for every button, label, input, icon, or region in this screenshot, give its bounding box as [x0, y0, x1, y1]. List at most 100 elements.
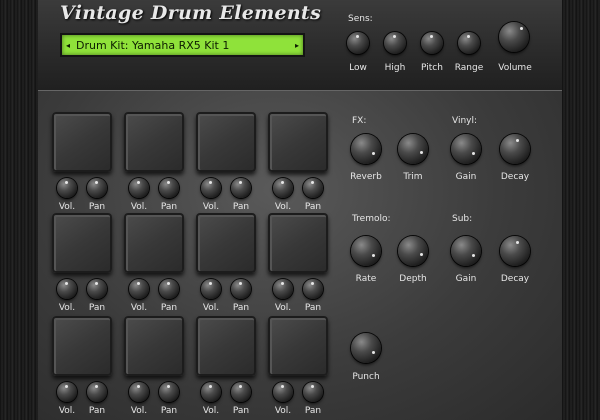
- pad-5-pan-knob[interactable]: [87, 279, 107, 299]
- pad-6-pan-knob[interactable]: [159, 279, 179, 299]
- sens-range-knob[interactable]: [458, 32, 480, 54]
- drum-pad-1[interactable]: [52, 112, 112, 172]
- pad-5-vol-label: Vol.: [58, 303, 76, 313]
- vinyl-gain-knob[interactable]: [451, 134, 481, 164]
- tremolo-label: Tremolo:: [352, 214, 391, 224]
- pad-9-pan-label: Pan: [88, 406, 106, 416]
- tremolo-rate-knob[interactable]: [351, 236, 381, 266]
- plugin-title: Vintage Drum Elements: [60, 2, 322, 24]
- wood-side-panel-left: [0, 0, 38, 420]
- drum-pad-7[interactable]: [196, 213, 256, 273]
- punch-knob[interactable]: [351, 333, 381, 363]
- pad-2-vol-knob[interactable]: [129, 178, 149, 198]
- pad-9-pan-knob[interactable]: [87, 382, 107, 402]
- sens-low-knob[interactable]: [347, 32, 369, 54]
- pad-8-pan-knob[interactable]: [303, 279, 323, 299]
- pad-6-pan-label: Pan: [160, 303, 178, 313]
- drum-pad-6[interactable]: [124, 213, 184, 273]
- pad-3-pan-label: Pan: [232, 202, 250, 212]
- pad-5-vol-knob[interactable]: [57, 279, 77, 299]
- pad-9-vol-knob[interactable]: [57, 382, 77, 402]
- pad-4-vol-label: Vol.: [274, 202, 292, 212]
- drum-pad-11[interactable]: [196, 316, 256, 376]
- sub-label: Sub:: [452, 214, 473, 224]
- pad-4-pan-knob[interactable]: [303, 178, 323, 198]
- sub-gain-label: Gain: [455, 274, 477, 284]
- pad-6-vol-label: Vol.: [130, 303, 148, 313]
- sens-pitch-knob[interactable]: [421, 32, 443, 54]
- pad-3-vol-knob[interactable]: [201, 178, 221, 198]
- pad-2-pan-knob[interactable]: [159, 178, 179, 198]
- pad-8-vol-label: Vol.: [274, 303, 292, 313]
- volume-knob[interactable]: [499, 22, 529, 52]
- pad-2-vol-label: Vol.: [130, 202, 148, 212]
- pad-7-pan-knob[interactable]: [231, 279, 251, 299]
- drum-pad-3[interactable]: [196, 112, 256, 172]
- pad-12-pan-label: Pan: [304, 406, 322, 416]
- sens-high-knob[interactable]: [384, 32, 406, 54]
- trim-knob[interactable]: [398, 134, 428, 164]
- pad-1-vol-knob[interactable]: [57, 178, 77, 198]
- tremolo-depth-label: Depth: [399, 274, 427, 284]
- pad-10-vol-knob[interactable]: [129, 382, 149, 402]
- drum-pad-2[interactable]: [124, 112, 184, 172]
- pad-5-pan-label: Pan: [88, 303, 106, 313]
- pad-3-vol-label: Vol.: [202, 202, 220, 212]
- pad-11-pan-label: Pan: [232, 406, 250, 416]
- reverb-label: Reverb: [350, 172, 382, 182]
- pad-4-pan-label: Pan: [304, 202, 322, 212]
- tremolo-rate-label: Rate: [355, 274, 377, 284]
- plugin-window: Vintage Drum Elements ◂ Drum Kit: Yamaha…: [0, 0, 600, 420]
- pad-1-vol-label: Vol.: [58, 202, 76, 212]
- drum-pad-10[interactable]: [124, 316, 184, 376]
- vinyl-decay-label: Decay: [500, 172, 530, 182]
- sens-high-label: High: [384, 63, 406, 73]
- pad-10-pan-label: Pan: [160, 406, 178, 416]
- pad-4-vol-knob[interactable]: [273, 178, 293, 198]
- pad-3-pan-knob[interactable]: [231, 178, 251, 198]
- prev-kit-arrow-icon[interactable]: ◂: [62, 41, 74, 50]
- pad-7-vol-label: Vol.: [202, 303, 220, 313]
- vinyl-decay-knob[interactable]: [500, 134, 530, 164]
- sens-label: Sens:: [348, 14, 373, 24]
- kit-selector-display[interactable]: ◂ Drum Kit: Yamaha RX5 Kit 1 ▸: [60, 33, 305, 57]
- wood-side-panel-right: [562, 0, 600, 420]
- pad-10-vol-label: Vol.: [130, 406, 148, 416]
- pad-11-pan-knob[interactable]: [231, 382, 251, 402]
- pad-11-vol-label: Vol.: [202, 406, 220, 416]
- pad-1-pan-label: Pan: [88, 202, 106, 212]
- vinyl-gain-label: Gain: [455, 172, 477, 182]
- drum-pad-9[interactable]: [52, 316, 112, 376]
- sens-pitch-label: Pitch: [421, 63, 443, 73]
- pad-12-vol-label: Vol.: [274, 406, 292, 416]
- drum-pad-12[interactable]: [268, 316, 328, 376]
- vinyl-label: Vinyl:: [452, 116, 478, 126]
- pad-11-vol-knob[interactable]: [201, 382, 221, 402]
- punch-label: Punch: [352, 372, 380, 382]
- trim-label: Trim: [403, 172, 423, 182]
- pad-7-vol-knob[interactable]: [201, 279, 221, 299]
- pad-8-pan-label: Pan: [304, 303, 322, 313]
- pad-12-pan-knob[interactable]: [303, 382, 323, 402]
- pad-6-vol-knob[interactable]: [129, 279, 149, 299]
- sub-decay-knob[interactable]: [500, 236, 530, 266]
- pad-9-vol-label: Vol.: [58, 406, 76, 416]
- pad-2-pan-label: Pan: [160, 202, 178, 212]
- fx-label: FX:: [352, 116, 367, 126]
- drum-pad-4[interactable]: [268, 112, 328, 172]
- tremolo-depth-knob[interactable]: [398, 236, 428, 266]
- kit-name: Drum Kit: Yamaha RX5 Kit 1: [76, 38, 230, 52]
- drum-pad-5[interactable]: [52, 213, 112, 273]
- sub-decay-label: Decay: [500, 274, 530, 284]
- next-kit-arrow-icon[interactable]: ▸: [291, 41, 303, 50]
- volume-label: Volume: [498, 63, 532, 73]
- pad-1-pan-knob[interactable]: [87, 178, 107, 198]
- sens-low-label: Low: [349, 63, 367, 73]
- pad-12-vol-knob[interactable]: [273, 382, 293, 402]
- drum-pad-8[interactable]: [268, 213, 328, 273]
- pad-7-pan-label: Pan: [232, 303, 250, 313]
- pad-10-pan-knob[interactable]: [159, 382, 179, 402]
- pad-8-vol-knob[interactable]: [273, 279, 293, 299]
- sub-gain-knob[interactable]: [451, 236, 481, 266]
- reverb-knob[interactable]: [351, 134, 381, 164]
